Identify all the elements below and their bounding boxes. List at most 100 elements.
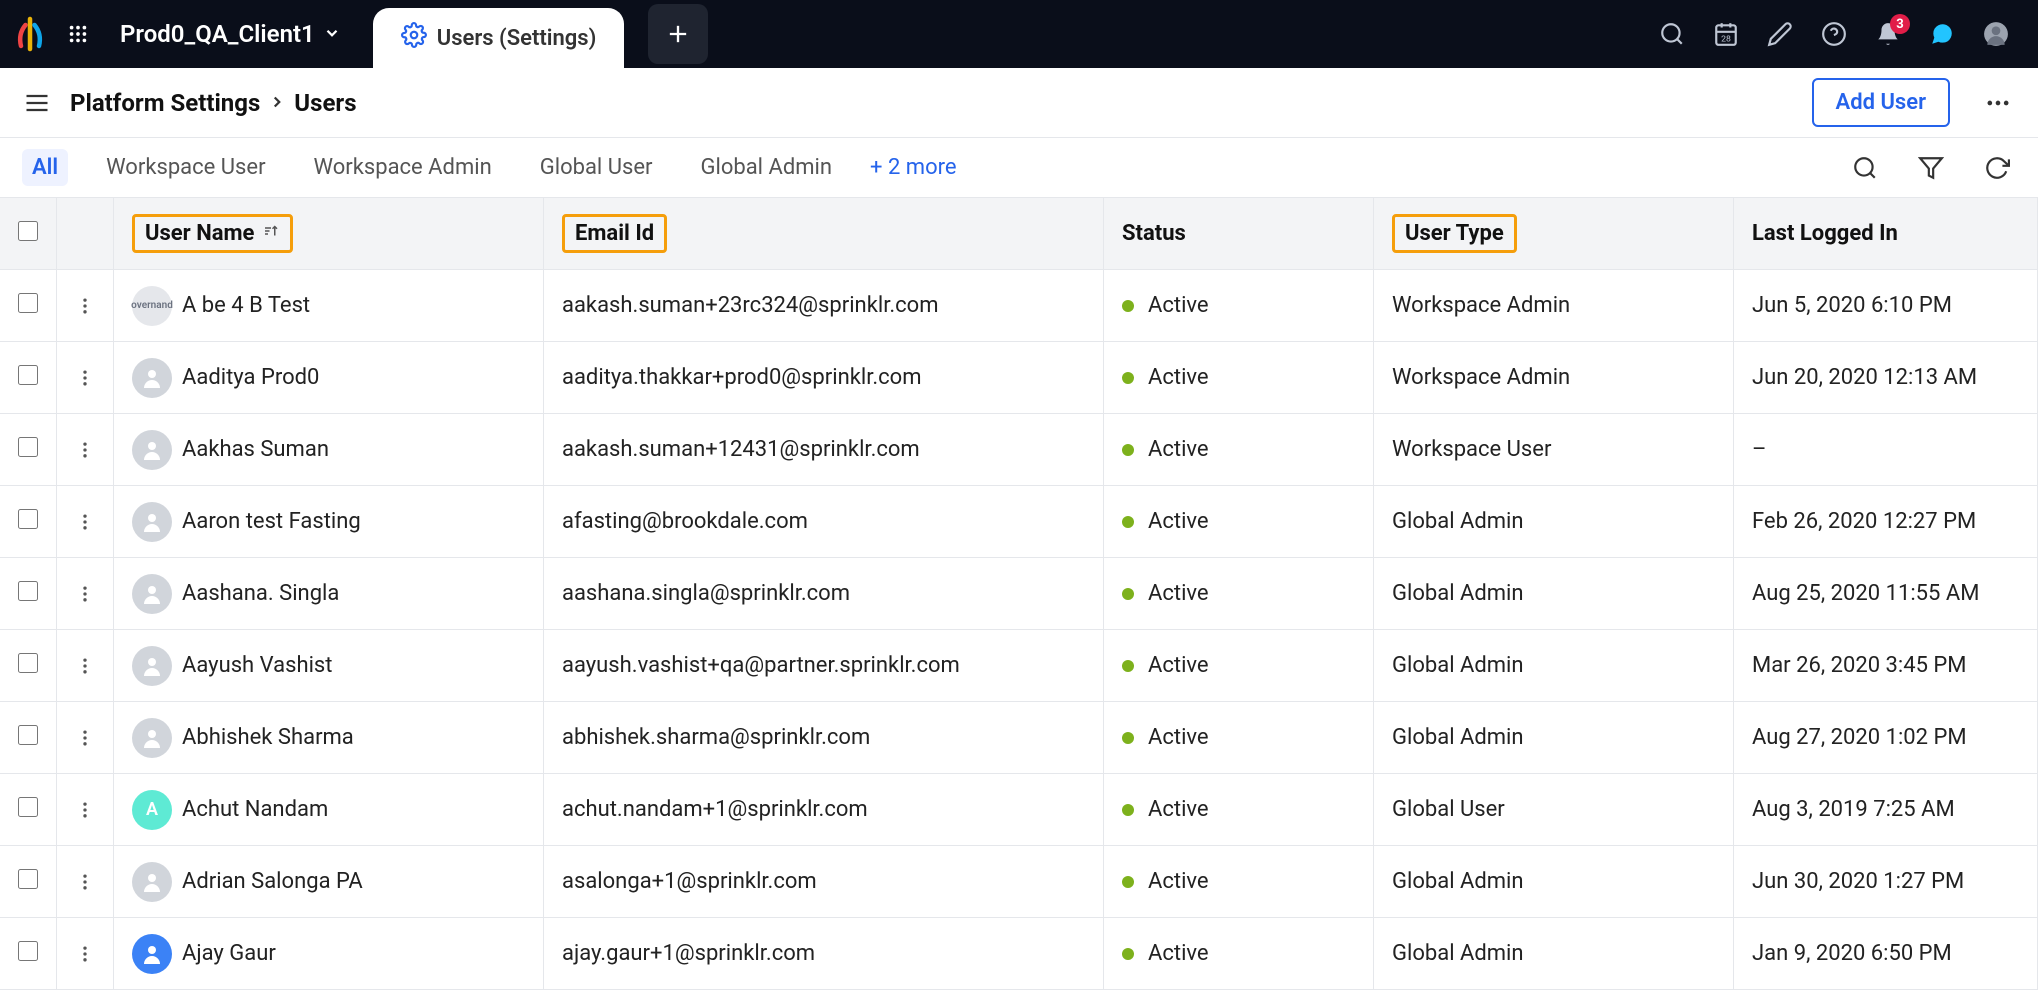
user-name: Achut Nandam [182,797,328,822]
row-checkbox[interactable] [18,437,38,457]
column-header-email[interactable]: Email Id [544,198,1104,270]
row-checkbox[interactable] [18,293,38,313]
user-status: Active [1148,437,1209,462]
row-menu-icon[interactable] [75,800,95,820]
filter-tab-global-admin[interactable]: Global Admin [690,149,842,186]
row-checkbox[interactable] [18,869,38,889]
add-user-button[interactable]: Add User [1812,78,1950,127]
apps-grid-icon[interactable] [60,16,96,52]
row-checkbox[interactable] [18,509,38,529]
user-status: Active [1148,725,1209,750]
table-row[interactable]: Aayush Vashistaayush.vashist+qa@partner.… [0,630,2038,702]
table-row[interactable]: Adrian Salonga PA asalonga+1@sprinklr.com… [0,846,2038,918]
user-type: Global Admin [1374,630,1734,702]
select-all-checkbox[interactable] [18,221,38,241]
calendar-icon[interactable]: 28 [1708,16,1744,52]
row-menu-icon[interactable] [75,656,95,676]
user-last-login: Aug 25, 2020 11:55 AM [1734,558,2038,630]
gear-icon [401,22,427,54]
row-menu-icon[interactable] [75,440,95,460]
user-email: afasting@brookdale.com [544,486,1104,558]
row-checkbox[interactable] [18,653,38,673]
filter-more-link[interactable]: + 2 more [870,155,957,180]
user-email: aakash.suman+23rc324@sprinklr.com [544,270,1104,342]
table-row[interactable]: overnandA be 4 B Testaakash.suman+23rc32… [0,270,2038,342]
hamburger-icon[interactable] [20,86,54,120]
sprinklr-logo [12,16,48,52]
help-icon[interactable] [1816,16,1852,52]
table-row[interactable]: Aakhas Sumanaakash.suman+12431@sprinklr.… [0,414,2038,486]
user-last-login: Feb 26, 2020 12:27 PM [1734,486,2038,558]
row-menu-icon[interactable] [75,728,95,748]
client-name: Prod0_QA_Client1 [120,20,315,48]
table-row[interactable]: Aaditya Prod0aaditya.thakkar+prod0@sprin… [0,342,2038,414]
row-menu-icon[interactable] [75,872,95,892]
table-row[interactable]: Ajay Gaurajay.gaur+1@sprinklr.comActiveG… [0,918,2038,990]
user-email: aakash.suman+12431@sprinklr.com [544,414,1104,486]
filter-tab-global-user[interactable]: Global User [530,149,663,186]
filter-tab-workspace-user[interactable]: Workspace User [96,149,275,186]
user-name: Ajay Gaur [182,941,276,966]
bell-icon[interactable]: 3 [1870,16,1906,52]
table-row[interactable]: A Achut Nandam achut.nandam+1@sprinklr.com… [0,774,2038,846]
user-type: Global User [1374,774,1734,846]
filter-icon[interactable] [1912,149,1950,187]
tab-users-settings[interactable]: Users (Settings) [373,8,625,68]
row-menu-header [57,198,114,270]
avatar [132,502,172,542]
add-tab-button[interactable] [648,4,708,64]
row-checkbox[interactable] [18,797,38,817]
profile-avatar-icon[interactable] [1978,16,2014,52]
row-menu-icon[interactable] [75,368,95,388]
search-icon[interactable] [1846,149,1884,187]
avatar [132,574,172,614]
user-name: A be 4 B Test [182,293,310,318]
svg-text:28: 28 [1721,35,1731,45]
column-header-login[interactable]: Last Logged In [1734,198,2038,270]
user-type: Workspace Admin [1374,342,1734,414]
table-header-row: User Name Email Id Status User Type Last… [0,198,2038,270]
row-menu-icon[interactable] [75,296,95,316]
row-checkbox[interactable] [18,725,38,745]
sort-asc-icon [262,222,280,245]
column-header-type[interactable]: User Type [1374,198,1734,270]
user-status: Active [1148,293,1209,318]
client-selector[interactable]: Prod0_QA_Client1 [108,20,353,48]
row-menu-icon[interactable] [75,944,95,964]
user-status: Active [1148,365,1209,390]
table-row[interactable]: Aaron test Fastingafasting@brookdale.com… [0,486,2038,558]
user-status: Active [1148,869,1209,894]
select-all-header[interactable] [0,198,57,270]
filter-tab-workspace-admin[interactable]: Workspace Admin [304,149,502,186]
column-header-status[interactable]: Status [1104,198,1374,270]
avatar [132,358,172,398]
table-row[interactable]: Aashana. Singlaaashana.singla@sprinklr.c… [0,558,2038,630]
search-icon[interactable] [1654,16,1690,52]
row-checkbox[interactable] [18,581,38,601]
filter-tab-all[interactable]: All [22,149,68,186]
row-menu-icon[interactable] [75,512,95,532]
user-last-login: Jun 30, 2020 1:27 PM [1734,846,2038,918]
user-last-login: Aug 3, 2019 7:25 AM [1734,774,2038,846]
more-actions-icon[interactable] [1978,83,2018,123]
avatar: A [132,790,172,830]
row-menu-icon[interactable] [75,584,95,604]
user-email: achut.nandam+1@sprinklr.com [544,774,1104,846]
notification-badge: 3 [1890,14,1910,34]
user-last-login: Mar 26, 2020 3:45 PM [1734,630,2038,702]
avatar [132,934,172,974]
breadcrumb-parent[interactable]: Platform Settings [70,89,260,117]
chat-icon[interactable] [1924,16,1960,52]
refresh-icon[interactable] [1978,149,2016,187]
user-status: Active [1148,797,1209,822]
row-checkbox[interactable] [18,941,38,961]
user-email: asalonga+1@sprinklr.com [544,846,1104,918]
table-row[interactable]: Abhishek Sharmaabhishek.sharma@sprinklr.… [0,702,2038,774]
row-checkbox[interactable] [18,365,38,385]
user-type: Global Admin [1374,846,1734,918]
column-header-username[interactable]: User Name [114,198,544,270]
status-dot-icon [1122,876,1134,888]
status-dot-icon [1122,804,1134,816]
edit-icon[interactable] [1762,16,1798,52]
user-name: Adrian Salonga PA [182,869,363,894]
